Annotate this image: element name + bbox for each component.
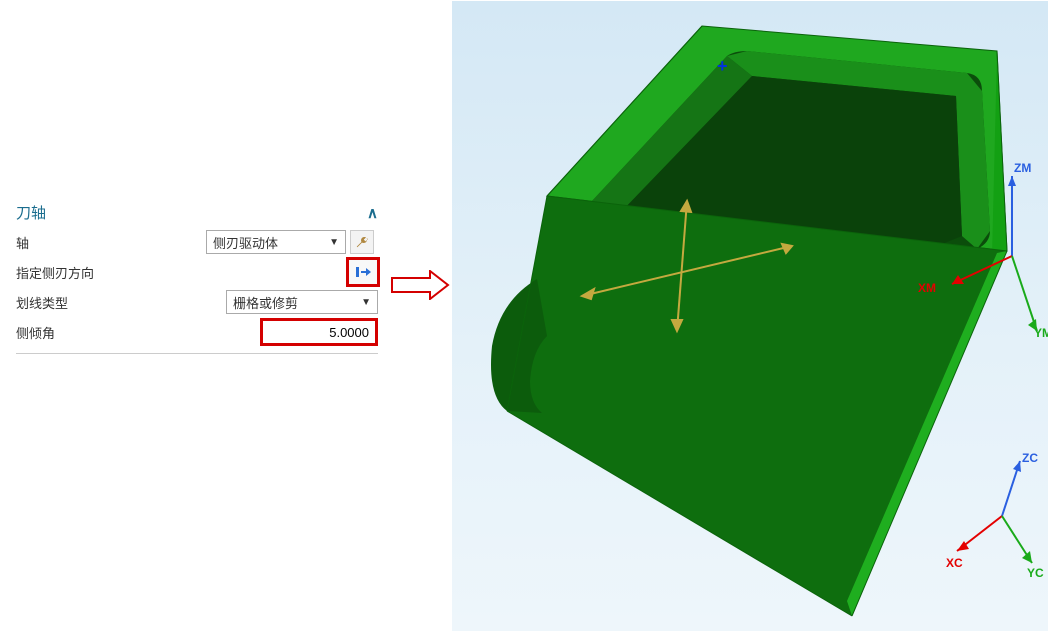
tilt-angle-row: 侧倾角 (12, 317, 382, 347)
ym-axis-label: YM (1034, 326, 1048, 340)
collapse-chevron-icon[interactable]: ∧ (367, 204, 378, 222)
axis-settings-button[interactable] (350, 230, 374, 254)
specify-direction-button[interactable] (348, 259, 378, 285)
tilt-angle-input[interactable] (260, 318, 378, 346)
axis-dropdown[interactable]: 侧刃驱动体 ▼ (206, 230, 346, 254)
section-title: 刀轴 (16, 202, 46, 223)
line-type-dropdown[interactable]: 栅格或修剪 ▼ (226, 290, 378, 314)
panel-divider (16, 353, 378, 354)
viewport-3d[interactable]: + ZM XM YM ZC XC YC (452, 1, 1048, 631)
line-type-label: 划线类型 (16, 293, 126, 312)
caret-down-icon: ▼ (361, 297, 371, 308)
axis-dropdown-value: 侧刃驱动体 (213, 233, 278, 252)
wrench-icon (355, 235, 369, 249)
line-type-row: 划线类型 栅格或修剪 ▼ (12, 287, 382, 317)
zc-axis-label: ZC (1022, 451, 1038, 465)
yc-axis-label: YC (1027, 566, 1044, 580)
origin-marker-icon: + (717, 56, 728, 77)
zm-axis-label: ZM (1014, 161, 1031, 175)
tilt-angle-label: 侧倾角 (16, 323, 126, 342)
section-header: 刀轴 ∧ (12, 200, 382, 227)
tool-axis-panel: 刀轴 ∧ 轴 侧刃驱动体 ▼ 指定侧刃方向 (12, 200, 382, 354)
direction-arrow-icon (354, 265, 372, 279)
axis-row: 轴 侧刃驱动体 ▼ (12, 227, 382, 257)
xc-axis-label: XC (946, 556, 963, 570)
direction-label: 指定侧刃方向 (16, 263, 126, 282)
axis-label: 轴 (16, 233, 126, 252)
callout-arrow-icon (390, 270, 450, 300)
machine-triad-icon (942, 166, 1048, 346)
xm-axis-label: XM (918, 281, 936, 295)
line-type-value: 栅格或修剪 (233, 293, 298, 312)
caret-down-icon: ▼ (329, 237, 339, 248)
direction-row: 指定侧刃方向 (12, 257, 382, 287)
